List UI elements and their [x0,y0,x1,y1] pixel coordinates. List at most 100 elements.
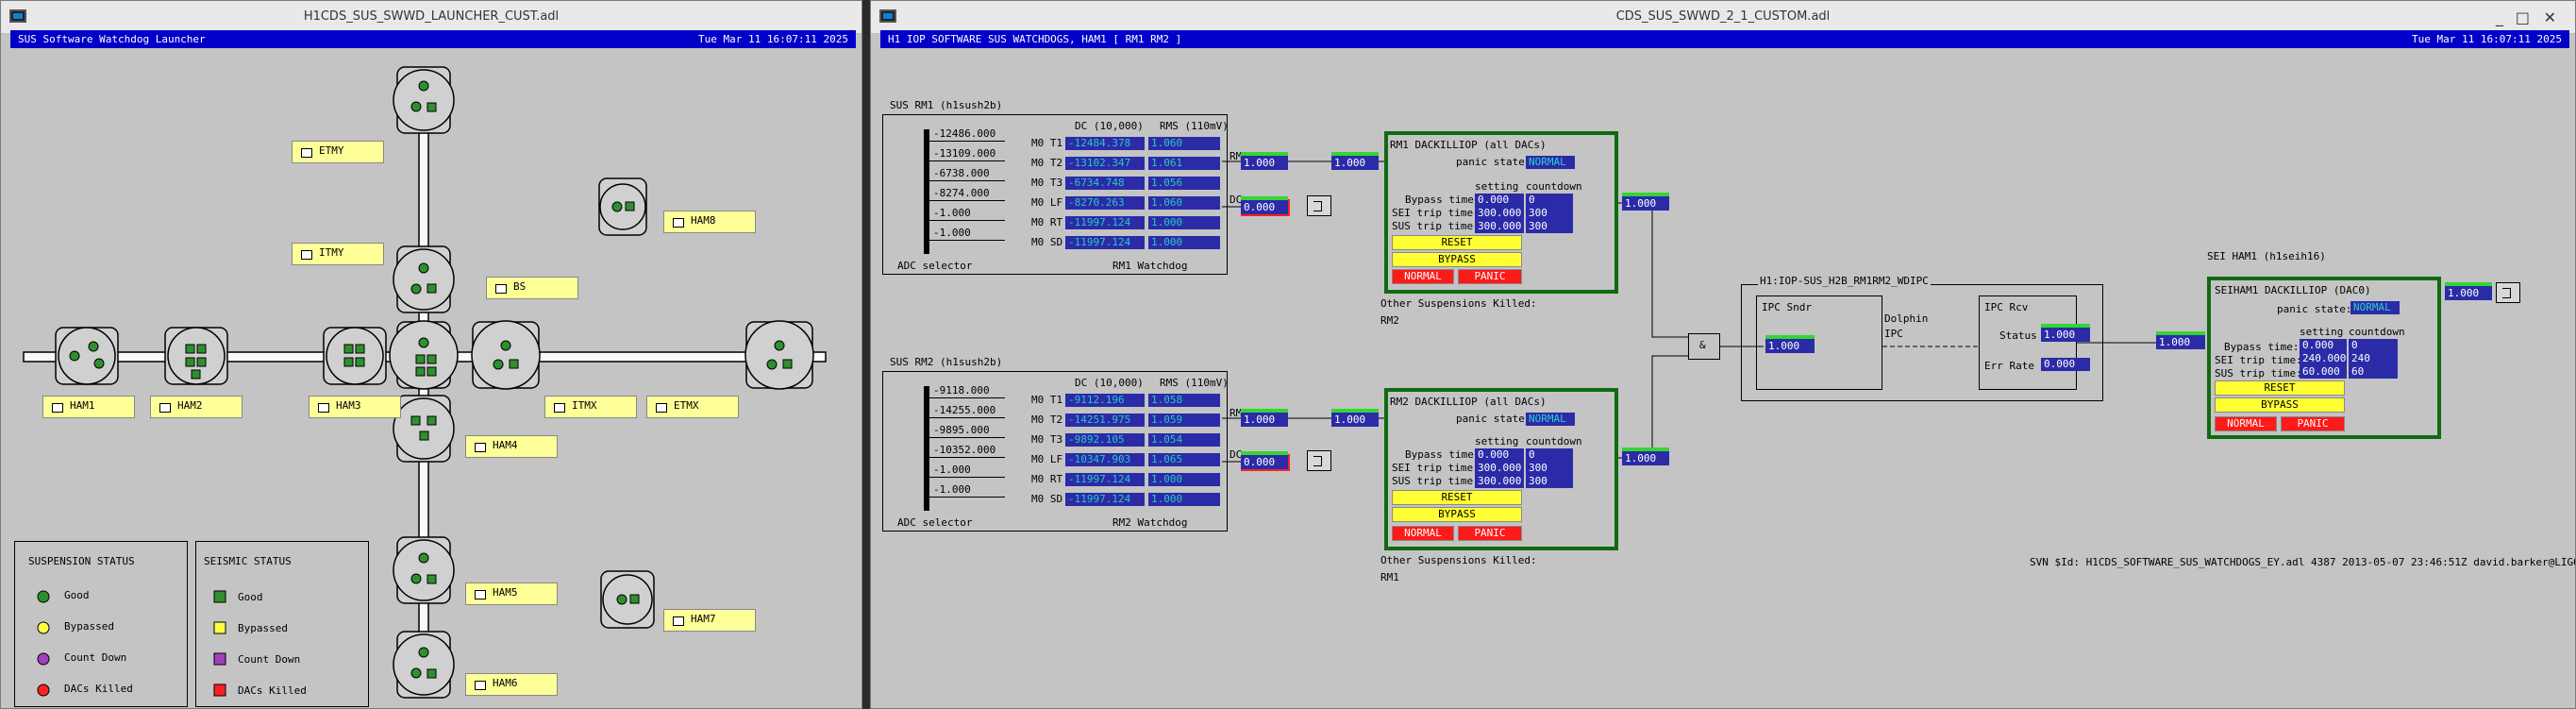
rm2-normal-button[interactable]: NORMAL [1392,526,1454,541]
channel-dc-value: -11997.124 [1065,216,1145,229]
sei-sei-countdown: 240 [2349,352,2398,365]
rm1-sei-countdown: 300 [1526,207,1573,220]
adc-tick [929,417,1005,418]
channel-label: M0 RT [1031,216,1063,228]
itmy-button[interactable]: ITMY [292,243,384,265]
rm1-panic-button[interactable]: PANIC [1458,269,1522,284]
rm1-sus-setting[interactable]: 300.000 [1475,220,1524,233]
adc-tick [929,200,1005,201]
adc-value: -6738.000 [933,167,990,179]
channel-label: M0 SD [1031,493,1063,505]
window-icon [52,403,63,413]
sei-sus-setting[interactable]: 60.000 [2300,365,2347,379]
window-icon [554,403,565,413]
sei-panic-state: NORMAL [2350,301,2400,314]
rm1-sei-setting[interactable]: 300.000 [1475,207,1524,220]
rm2-rms-value-2: 1.000 [1331,409,1379,427]
channel-label: M0 LF [1031,196,1063,209]
rm2-sus-countdown: 300 [1526,475,1573,488]
ipc-label: IPC [1884,328,1903,340]
countdown-header: countdown [1526,180,1582,193]
setting-header: setting [2300,326,2344,338]
etmx-button[interactable]: ETMX [646,396,739,418]
sei-sus-countdown: 60 [2349,365,2398,379]
adc-value: -1.000 [933,483,971,496]
adc-value: -9118.000 [933,384,990,397]
channel-rms-value: 1.065 [1148,453,1220,466]
channel-rms-value: 1.000 [1148,236,1220,249]
ham1-button[interactable]: HAM1 [42,396,135,418]
other-killed-label: Other Suspensions Killed: [1380,297,1537,310]
channel-label: M0 RT [1031,473,1063,485]
channel-dc-value: -12484.378 [1065,137,1145,150]
adc-value: -1.000 [933,464,971,476]
ham3-button[interactable]: HAM3 [309,396,401,418]
window-icon [318,403,329,413]
rm2-sus-setting[interactable]: 300.000 [1475,475,1524,488]
channel-dc-value: -8270.263 [1065,196,1145,210]
adc-value: -13109.000 [933,147,996,160]
adc-value: -12486.000 [933,127,996,140]
rm2-bypass-setting[interactable]: 0.000 [1475,448,1524,462]
channel-rms-value: 1.060 [1148,137,1220,150]
rm1-dc-value: 0.000 [1241,196,1288,214]
adc-value: -14255.000 [933,404,996,416]
bs-button[interactable]: BS [486,277,578,299]
rm1-title: SUS RM1 (h1sush2b) [890,99,1003,111]
rm2-bypass-button[interactable]: BYPASS [1392,507,1522,522]
ham4-button[interactable]: HAM4 [465,435,558,458]
ham2-button[interactable]: HAM2 [150,396,243,418]
rm1-dackill-title: RM1 DACKILLIOP (all DACs) [1390,139,1547,151]
rm2-reset-button[interactable]: RESET [1392,490,1522,505]
sei-normal-button[interactable]: NORMAL [2215,416,2277,431]
window-icon [475,590,486,599]
channel-label: M0 T3 [1031,433,1063,446]
rm2-sei-setting[interactable]: 300.000 [1475,462,1524,475]
rm1-output-value: 1.000 [1622,193,1669,211]
ipc-receiver-label: IPC Rcv [1984,301,2029,313]
ham7-button[interactable]: HAM7 [663,609,756,632]
rm2-dc-column-header: DC (10,000) [1075,377,1144,389]
sei-trip-label: SEI trip time: [2215,354,2302,366]
channel-rms-value: 1.000 [1148,216,1220,229]
channel-dc-value: -11997.124 [1065,473,1145,486]
ham8-button[interactable]: HAM8 [663,211,756,233]
adc-tick [929,141,1005,142]
ham5-button[interactable]: HAM5 [465,582,558,605]
rm2-panic-button[interactable]: PANIC [1458,526,1522,541]
channel-label: M0 LF [1031,453,1063,465]
ipc-status-label: Status [1999,329,2037,342]
rm2-sei-countdown: 300 [1526,462,1573,475]
setting-header: setting [1475,435,1519,447]
rm2-adc-caption: ADC selector [897,516,973,529]
sei-sei-setting[interactable]: 240.000 [2300,352,2347,365]
sei-panic-button[interactable]: PANIC [2281,416,2345,431]
rm1-bypass-setting[interactable]: 0.000 [1475,194,1524,207]
rm2-dc-related-display[interactable] [1307,450,1331,471]
ham6-button[interactable]: HAM6 [465,673,558,696]
sei-reset-button[interactable]: RESET [2215,380,2345,396]
sei-output-value: 1.000 [2445,282,2492,300]
adc-selector-bar [924,386,929,511]
sei-bypass-button[interactable]: BYPASS [2215,397,2345,413]
window-icon [301,148,312,158]
sei-related-display[interactable] [2496,282,2520,303]
channel-rms-value: 1.054 [1148,433,1220,447]
rm1-reset-button[interactable]: RESET [1392,235,1522,250]
rm1-bypass-button[interactable]: BYPASS [1392,252,1522,267]
rm2-output-value: 1.000 [1622,447,1669,465]
rm1-dc-related-display[interactable] [1307,195,1331,216]
channel-dc-value: -6734.748 [1065,177,1145,190]
channel-rms-value: 1.060 [1148,196,1220,210]
ipc-err-rate-value: 0.000 [2041,358,2090,371]
itmx-button[interactable]: ITMX [544,396,637,418]
channel-label: M0 T1 [1031,137,1063,149]
adc-selector-bar [924,129,929,254]
sei-bypass-setting[interactable]: 0.000 [2300,339,2347,352]
rm1-normal-button[interactable]: NORMAL [1392,269,1454,284]
window-icon [159,403,171,413]
legend-item: Bypassed [64,620,114,633]
channel-dc-value: -11997.124 [1065,493,1145,506]
rm2-bypass-countdown: 0 [1526,448,1573,462]
etmy-button[interactable]: ETMY [292,141,384,163]
